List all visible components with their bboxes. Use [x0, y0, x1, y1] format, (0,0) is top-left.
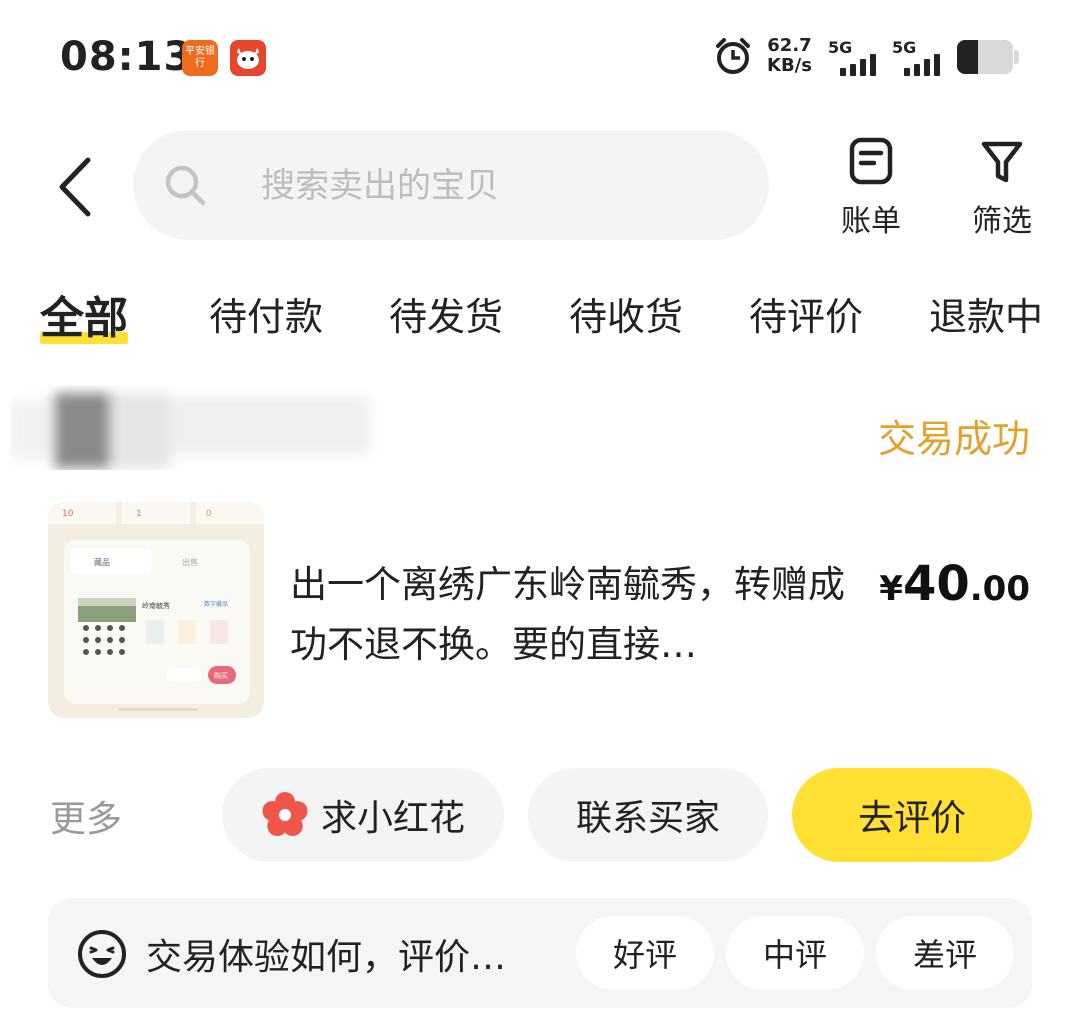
search-input[interactable] — [259, 158, 743, 214]
thumb-number-3: 0 — [206, 509, 212, 519]
request-red-flower-label: 求小红花 — [320, 798, 465, 839]
more-button[interactable]: 更多 — [50, 790, 122, 842]
tab-pending-payment[interactable]: 待付款 — [209, 286, 323, 341]
bad-review-button[interactable]: 差评 — [876, 916, 1014, 990]
thumb-button: 购买 — [214, 671, 228, 680]
red-flower-icon — [262, 792, 308, 836]
contact-buyer-button[interactable]: 联系买家 — [528, 768, 768, 862]
filter-button[interactable]: 筛选 — [957, 136, 1047, 240]
blurred-buyer-name — [10, 393, 370, 468]
order-status-tabs: 全部 待付款 待发货 待收货 待评价 退款中 — [0, 280, 1080, 360]
bank-app-icon: 平安银行 — [182, 40, 218, 76]
write-review-button[interactable]: 去评价 — [792, 768, 1032, 862]
network-speed: 62.7 KB/s — [767, 36, 812, 76]
status-bar: 08:13 平安银行 62.7 KB/s 5G 5G — [0, 0, 1080, 110]
filter-icon — [981, 141, 1023, 183]
price-integer: 40 — [902, 556, 970, 612]
thumb-tag: 数字藏品 — [204, 600, 228, 608]
thumb-number-2: 1 — [136, 509, 142, 519]
product-title[interactable]: 出一个离绣广东岭南毓秀，转赠成功不退不换。要的直接… — [290, 555, 850, 675]
bill-label: 账单 — [841, 204, 901, 239]
network-speed-value: 62.7 — [767, 35, 812, 56]
product-price: ¥40.00 — [879, 556, 1030, 612]
network-speed-unit: KB/s — [767, 55, 812, 76]
battery-tip — [1014, 50, 1019, 64]
thumb-item-name: 岭南毓秀 — [142, 601, 170, 610]
battery-level-fill — [957, 40, 979, 74]
status-time: 08:13 — [60, 34, 193, 80]
tab-pending-shipment[interactable]: 待发货 — [389, 286, 503, 341]
order-status: 交易成功 — [877, 417, 1030, 461]
alarm-clock-icon — [713, 36, 753, 80]
back-button[interactable] — [48, 152, 108, 222]
filter-label: 筛选 — [972, 204, 1032, 239]
rating-prompt-text: 交易体验如何，评价… — [146, 937, 507, 978]
rating-prompt-bar: 交易体验如何，评价… 好评 中评 差评 — [48, 898, 1032, 1008]
price-decimal: .00 — [969, 569, 1030, 609]
battery-icon — [957, 40, 1013, 74]
search-icon — [161, 161, 211, 215]
laughing-face-icon — [76, 928, 128, 984]
bill-icon — [849, 137, 893, 185]
tab-pending-receipt[interactable]: 待收货 — [569, 286, 683, 341]
tab-all-label: 全部 — [40, 293, 128, 344]
thumb-number-1: 10 — [62, 509, 74, 519]
tab-pending-review[interactable]: 待评价 — [749, 286, 863, 341]
tab-refunding[interactable]: 退款中 — [929, 286, 1043, 341]
price-currency: ¥ — [879, 569, 903, 609]
tab-all[interactable]: 全部 — [40, 282, 128, 346]
bill-button[interactable]: 账单 — [826, 136, 916, 240]
product-screenshot-image: 10 1 0 藏品 出售 岭南毓秀 数字藏品 购买 — [48, 502, 264, 718]
search-bar[interactable] — [133, 130, 769, 240]
request-red-flower-button[interactable]: 求小红花 — [222, 768, 504, 862]
neutral-review-button[interactable]: 中评 — [726, 916, 864, 990]
thumb-tab-2: 出售 — [182, 557, 198, 567]
good-review-button[interactable]: 好评 — [576, 916, 714, 990]
product-thumbnail[interactable]: 10 1 0 藏品 出售 岭南毓秀 数字藏品 购买 — [48, 502, 264, 718]
chevron-left-icon — [59, 157, 91, 217]
fox-mascot-icon — [230, 40, 266, 76]
thumb-tab-1: 藏品 — [94, 557, 110, 567]
bank-app-label: 平安银行 — [185, 46, 215, 69]
